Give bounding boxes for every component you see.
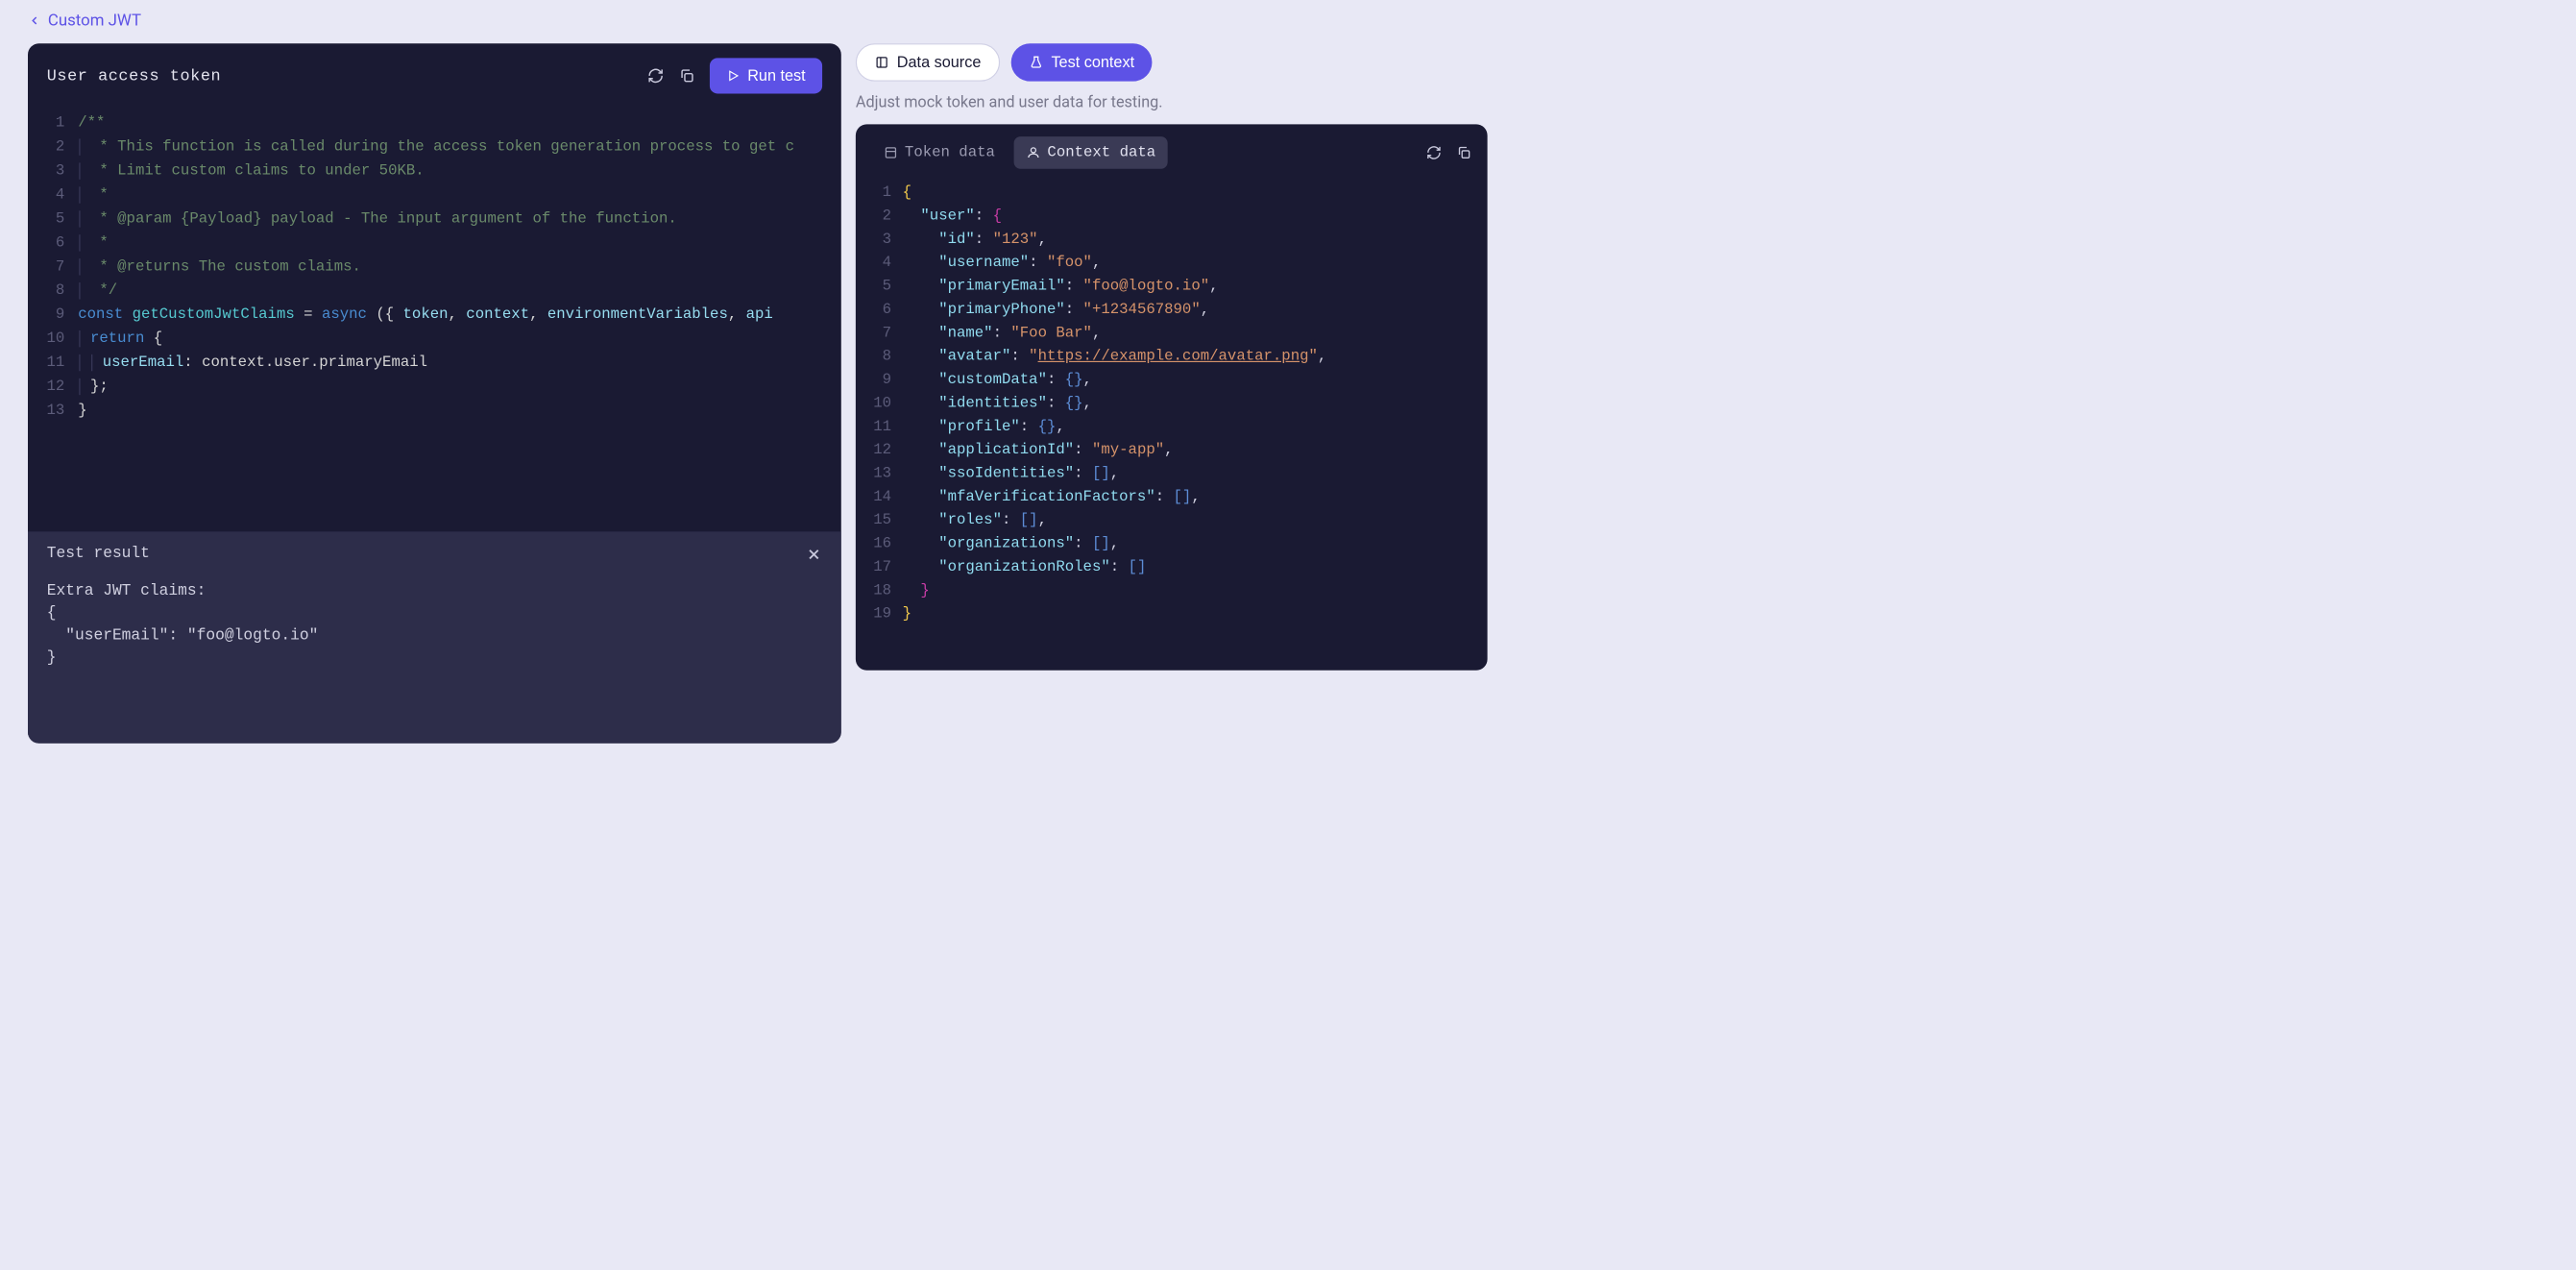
json-gutter: 12345678910111213141516171819 bbox=[856, 182, 903, 626]
refresh-icon[interactable] bbox=[1426, 145, 1442, 160]
breadcrumb[interactable]: Custom JWT bbox=[28, 12, 1467, 31]
context-data-card: Token data Context data bbox=[856, 124, 1488, 670]
code-editor[interactable]: 12345678910111213 /** * This function is… bbox=[28, 109, 841, 532]
refresh-icon[interactable] bbox=[647, 67, 664, 84]
token-data-tab[interactable]: Token data bbox=[871, 136, 1008, 169]
run-test-button[interactable]: Run test bbox=[710, 58, 822, 93]
token-data-label: Token data bbox=[905, 144, 995, 160]
test-context-tab[interactable]: Test context bbox=[1011, 43, 1153, 81]
right-description: Adjust mock token and user data for test… bbox=[856, 92, 1488, 110]
run-test-label: Run test bbox=[747, 67, 805, 85]
copy-icon[interactable] bbox=[1456, 145, 1471, 160]
close-icon[interactable] bbox=[806, 546, 822, 565]
data-source-tab[interactable]: Data source bbox=[856, 43, 1000, 81]
json-lines[interactable]: { "user": { "id": "123", "username": "fo… bbox=[903, 182, 1488, 626]
result-title: Test result bbox=[47, 545, 822, 562]
code-lines[interactable]: /** * This function is called during the… bbox=[78, 111, 841, 509]
editor-title: User access token bbox=[47, 66, 221, 85]
back-icon[interactable] bbox=[28, 14, 41, 28]
breadcrumb-label[interactable]: Custom JWT bbox=[48, 12, 141, 31]
test-context-label: Test context bbox=[1051, 54, 1134, 72]
data-source-label: Data source bbox=[897, 54, 982, 72]
result-body: Extra JWT claims: { "userEmail": "foo@lo… bbox=[47, 580, 822, 670]
code-gutter: 12345678910111213 bbox=[28, 111, 78, 509]
copy-icon[interactable] bbox=[678, 67, 694, 84]
json-editor[interactable]: 12345678910111213141516171819 { "user": … bbox=[856, 182, 1488, 671]
test-result-panel: Test result Extra JWT claims: { "userEma… bbox=[28, 531, 841, 743]
context-data-label: Context data bbox=[1047, 144, 1155, 160]
context-data-tab[interactable]: Context data bbox=[1014, 136, 1168, 169]
code-editor-card: User access token Run test 1234567891011… bbox=[28, 43, 841, 743]
